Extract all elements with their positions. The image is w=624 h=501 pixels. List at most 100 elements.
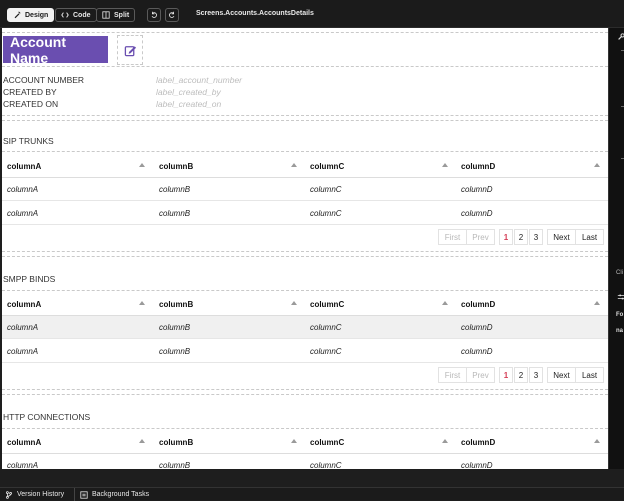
table-row[interactable]: columnA columnB columnC columnD xyxy=(2,178,608,201)
status-bar: Version History Background Tasks xyxy=(0,487,624,501)
pager-prev-button[interactable]: Prev xyxy=(466,367,495,383)
divider xyxy=(2,394,608,395)
table-row[interactable]: columnA columnB columnC columnD xyxy=(2,454,608,469)
undo-button[interactable] xyxy=(147,8,161,22)
http-connections-title: HTTP CONNECTIONS xyxy=(3,412,91,422)
edit-button[interactable] xyxy=(117,35,143,65)
redo-icon xyxy=(169,11,175,18)
redo-button[interactable] xyxy=(165,8,179,22)
code-mode-button[interactable]: Code xyxy=(55,8,97,22)
pager-page-button[interactable]: 1 xyxy=(499,367,513,383)
panel-label: Fo xyxy=(616,312,624,318)
pager-page-button[interactable]: 2 xyxy=(514,229,528,245)
table-header: columnA columnB columnC columnD xyxy=(2,154,608,178)
table-cell: columnD xyxy=(461,347,493,356)
design-mode-label: Design xyxy=(25,11,49,19)
design-mode-button[interactable]: Design xyxy=(7,8,55,22)
background-tasks-button[interactable]: Background Tasks xyxy=(75,488,154,501)
pager-page-button[interactable]: 3 xyxy=(529,229,543,245)
column-header[interactable]: columnB xyxy=(159,154,193,178)
breadcrumb: Screens.Accounts.AccountsDetails xyxy=(196,10,314,17)
brush-icon xyxy=(14,11,21,19)
account-number-label: ACCOUNT NUMBER xyxy=(3,75,85,85)
pager-last-button[interactable]: Last xyxy=(575,229,604,245)
table-cell: columnA xyxy=(7,209,39,218)
column-header[interactable]: columnB xyxy=(159,430,193,454)
table-cell: columnB xyxy=(159,323,191,332)
divider xyxy=(2,290,608,291)
sort-icon[interactable] xyxy=(291,439,297,443)
code-icon xyxy=(61,12,69,18)
table-cell: columnB xyxy=(159,185,191,194)
sort-icon[interactable] xyxy=(291,301,297,305)
sort-icon[interactable] xyxy=(442,301,448,305)
edit-icon xyxy=(124,45,136,56)
panel-label: na xyxy=(616,328,624,334)
tasks-icon xyxy=(80,490,88,499)
pager-first-button[interactable]: First xyxy=(438,229,467,245)
divider xyxy=(2,66,608,67)
divider xyxy=(2,256,608,257)
panel-label: Cli xyxy=(616,270,623,276)
column-header[interactable]: columnD xyxy=(461,430,495,454)
created-on-label: CREATED ON xyxy=(3,99,59,109)
column-header[interactable]: columnC xyxy=(310,292,344,316)
version-history-button[interactable]: Version History xyxy=(0,488,69,501)
account-title: Account Name xyxy=(3,34,108,66)
sort-icon[interactable] xyxy=(139,163,145,167)
sort-icon[interactable] xyxy=(139,301,145,305)
wrench-icon[interactable] xyxy=(617,33,624,41)
column-header[interactable]: columnA xyxy=(7,430,41,454)
column-header[interactable]: columnC xyxy=(310,154,344,178)
table-row[interactable]: columnA columnB columnC columnD xyxy=(2,340,608,363)
table-cell: columnB xyxy=(159,209,191,218)
undo-icon xyxy=(151,11,157,18)
column-header[interactable]: columnD xyxy=(461,292,495,316)
sort-icon[interactable] xyxy=(442,439,448,443)
table-row[interactable]: columnA columnB columnC columnD xyxy=(2,202,608,225)
pager-last-button[interactable]: Last xyxy=(575,367,604,383)
sort-icon[interactable] xyxy=(291,163,297,167)
pager-next-button[interactable]: Next xyxy=(547,367,576,383)
sliders-icon[interactable] xyxy=(617,293,624,301)
created-on-value: label_created_on xyxy=(156,99,222,109)
table-cell: columnC xyxy=(310,185,342,194)
pager-page-button[interactable]: 1 xyxy=(499,229,513,245)
column-header[interactable]: columnB xyxy=(159,292,193,316)
column-header[interactable]: columnA xyxy=(7,154,41,178)
pager-page-button[interactable]: 3 xyxy=(529,367,543,383)
split-mode-label: Split xyxy=(114,11,130,19)
table-cell: columnC xyxy=(310,323,342,332)
pager-prev-button[interactable]: Prev xyxy=(466,229,495,245)
pager-next-button[interactable]: Next xyxy=(547,229,576,245)
column-header[interactable]: columnD xyxy=(461,154,495,178)
table-row[interactable]: columnA columnB columnC columnD xyxy=(2,316,608,339)
table-cell: columnD xyxy=(461,209,493,218)
pager-first-button[interactable]: First xyxy=(438,367,467,383)
sort-icon[interactable] xyxy=(594,163,600,167)
top-toolbar: Design Code Split Screens.Accounts.Accou… xyxy=(0,0,624,28)
column-header[interactable]: columnC xyxy=(310,430,344,454)
pager-page-button[interactable]: 2 xyxy=(514,367,528,383)
branch-icon xyxy=(6,490,12,499)
sort-icon[interactable] xyxy=(594,439,600,443)
split-icon xyxy=(102,11,110,19)
table-cell: columnA xyxy=(7,323,39,332)
split-mode-button[interactable]: Split xyxy=(96,8,136,22)
divider xyxy=(2,120,608,121)
version-history-label: Version History xyxy=(17,491,65,498)
column-header[interactable]: columnA xyxy=(7,292,41,316)
properties-panel: Cli Fo na xyxy=(608,28,624,469)
table-cell: columnB xyxy=(159,347,191,356)
table-header: columnA columnB columnC columnD xyxy=(2,292,608,316)
sort-icon[interactable] xyxy=(442,163,448,167)
background-tasks-label: Background Tasks xyxy=(92,491,150,498)
table-cell: columnA xyxy=(7,185,39,194)
sort-icon[interactable] xyxy=(139,439,145,443)
table-cell: columnA xyxy=(7,461,39,469)
table-cell: columnC xyxy=(310,209,342,218)
sort-icon[interactable] xyxy=(594,301,600,305)
divider xyxy=(2,389,608,390)
table-cell: columnD xyxy=(461,461,493,469)
table-cell: columnD xyxy=(461,185,493,194)
